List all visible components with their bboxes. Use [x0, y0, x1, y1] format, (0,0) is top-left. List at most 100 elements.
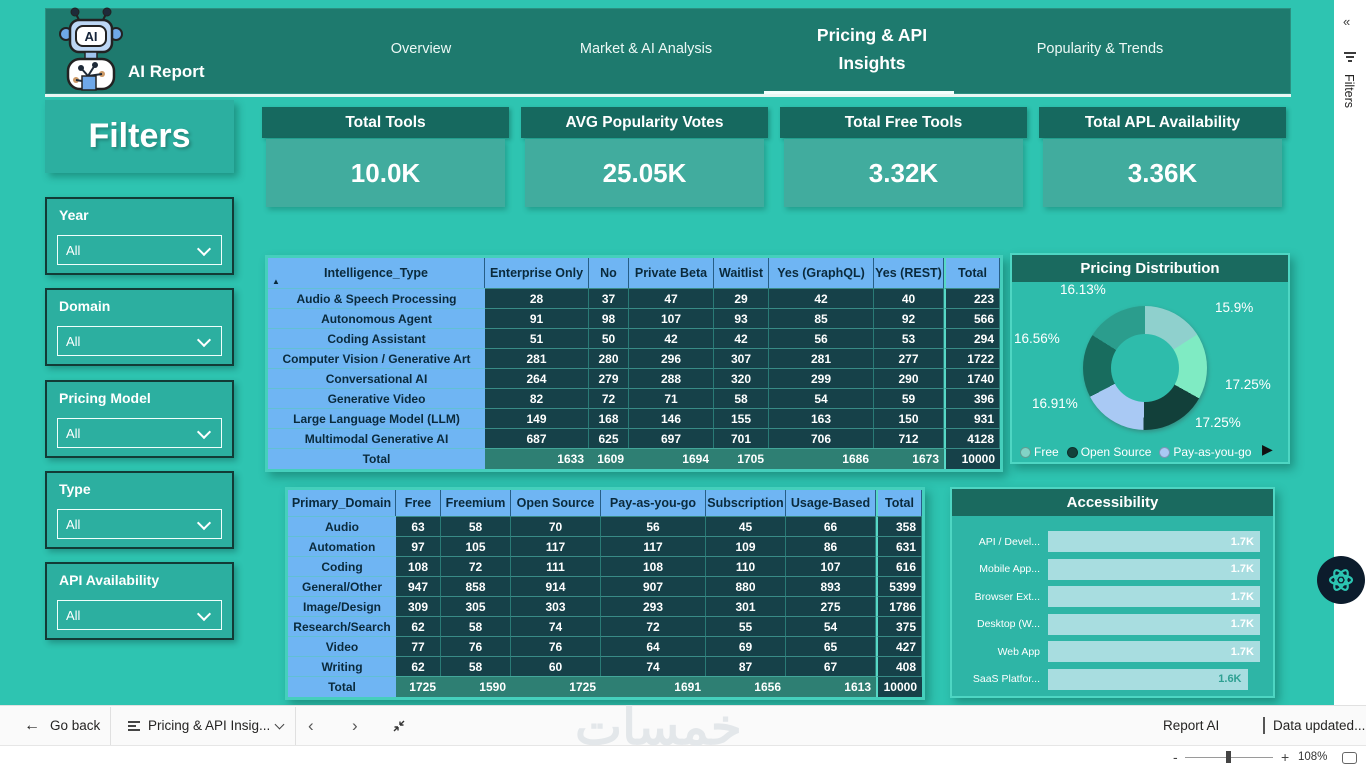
kpi-value: 25.05K [525, 139, 764, 207]
row-label-cell: Writing [288, 656, 396, 676]
next-page-button[interactable]: › [352, 706, 358, 745]
value-cell: 10000 [876, 676, 922, 697]
row-label-cell: Multimodal Generative AI [268, 428, 485, 448]
value-cell: 1725 [396, 676, 441, 697]
bar[interactable]: 1.6K [1048, 668, 1248, 690]
collapsed-pane-label[interactable]: Filters [1342, 74, 1356, 108]
table-row[interactable]: Audio & Speech Processing 28 37 47 29 42 40 223 [268, 288, 1000, 308]
table-row[interactable]: Research/Search 62 58 74 72 55 54 375 [288, 616, 922, 636]
bar[interactable]: 1.7K [1048, 586, 1260, 607]
bar[interactable]: 1.7K [1048, 558, 1260, 580]
value-cell: 893 [786, 576, 876, 596]
bar[interactable]: 1.7K [1048, 641, 1260, 662]
table-row[interactable]: Large Language Model (LLM) 149 168 146 155 16… [268, 408, 1000, 428]
pricing-model-dropdown[interactable]: All [57, 418, 222, 448]
back-arrow-icon[interactable]: ← [24, 706, 40, 745]
table-total-row[interactable]: Total 1725 1590 1725 1691 1656 1613 10000 [288, 676, 922, 697]
table-row[interactable]: Automation 97 105 117 117 109 86 631 [288, 536, 922, 556]
domain-dropdown[interactable]: All [57, 326, 222, 356]
table-header-row[interactable]: Primary_Domain Free Freemium Open Source Pay… [288, 490, 922, 516]
value-cell: 303 [511, 596, 601, 616]
value-cell: 54 [769, 388, 874, 408]
intelligence-type-table[interactable]: ▲ Intelligence_Type Enterprise Only No Priv… [265, 255, 1003, 472]
table-row[interactable]: Generative Video 82 72 71 58 54 59 396 [268, 388, 1000, 408]
chevron-down-icon[interactable] [274, 719, 285, 730]
footer-divider [110, 707, 111, 745]
tab-popularity-trends[interactable]: Popularity & Trends [1010, 41, 1190, 57]
value-cell: 279 [589, 368, 629, 388]
page-list-icon[interactable] [128, 721, 140, 733]
table-row[interactable]: Conversational AI 264 279 288 320 299 290 1740 [268, 368, 1000, 388]
value-cell: 74 [511, 616, 601, 636]
table-row[interactable]: Writing 62 58 60 74 87 67 408 [288, 656, 922, 676]
value-cell: 1691 [601, 676, 706, 697]
app-title: AI Report [128, 62, 205, 81]
table-row[interactable]: Computer Vision / Generative Art 281 280 29… [268, 348, 1000, 368]
api-availability-dropdown[interactable]: All [57, 600, 222, 630]
previous-page-button[interactable]: ‹ [308, 706, 314, 745]
kpi-value: 10.0K [266, 139, 505, 207]
donut-legend: Free Open Source Pay-as-you-go [1020, 445, 1251, 459]
tab-overview[interactable]: Overview [356, 41, 486, 57]
legend-scroll-right-icon[interactable]: ▶ [1262, 441, 1273, 458]
value-cell: No [589, 258, 629, 288]
value-cell: 296 [629, 348, 714, 368]
row-label-cell: Research/Search [288, 616, 396, 636]
type-dropdown[interactable]: All [57, 509, 222, 539]
sort-ascending-icon[interactable]: ▲ [272, 277, 280, 286]
ai-assistant-button[interactable] [1317, 556, 1365, 604]
table-row[interactable]: Autonomous Agent 91 98 107 93 85 92 566 [268, 308, 1000, 328]
legend-dot-pay-as-you-go [1159, 446, 1171, 458]
value-cell: 50 [589, 328, 629, 348]
legend-item-pay-as-you-go[interactable]: Pay-as-you-go [1173, 445, 1251, 459]
zoom-out-button[interactable]: - [1173, 746, 1178, 768]
collapse-view-icon[interactable] [392, 719, 406, 736]
bar[interactable]: 1.7K [1048, 613, 1260, 635]
tab-market-ai-analysis[interactable]: Market & AI Analysis [551, 41, 741, 57]
value-cell: 58 [714, 388, 769, 408]
value-cell: 914 [511, 576, 601, 596]
value-cell: 87 [706, 656, 786, 676]
tab-pricing-api-insights[interactable]: Pricing & API Insights [792, 21, 952, 77]
value-cell: 305 [441, 596, 511, 616]
table-row[interactable]: Image/Design 309 305 303 293 301 275 1786 [288, 596, 922, 616]
table-row[interactable]: General/Other 947 858 914 907 880 893 5399 [288, 576, 922, 596]
value-cell: 616 [876, 556, 922, 576]
value-cell: Subscription [706, 490, 786, 516]
table-row[interactable]: Multimodal Generative AI 687 625 697 701 706 7… [268, 428, 1000, 448]
dropdown-value: All [66, 333, 81, 349]
filter-label: Year [59, 207, 89, 223]
chart-title: Accessibility [952, 489, 1273, 516]
zoom-in-button[interactable]: + [1281, 746, 1289, 768]
zoom-slider-handle[interactable] [1226, 751, 1231, 763]
value-cell: 37 [589, 288, 629, 308]
year-dropdown[interactable]: All [57, 235, 222, 265]
table-row[interactable]: Audio 63 58 70 56 45 66 358 [288, 516, 922, 536]
legend-item-open-source[interactable]: Open Source [1081, 445, 1152, 459]
report-ai-button[interactable]: Report AI [1163, 706, 1219, 745]
value-cell: 51 [485, 328, 589, 348]
table-row[interactable]: Coding 108 72 111 108 110 107 616 [288, 556, 922, 576]
header-divider [45, 94, 1291, 97]
value-cell: 1613 [786, 676, 876, 697]
table-header-row[interactable]: Intelligence_Type Enterprise Only No Privat… [268, 258, 1000, 288]
bar[interactable]: 1.7K [1048, 531, 1260, 552]
expand-pane-icon[interactable]: « [1343, 14, 1350, 29]
value-cell: 63 [396, 516, 441, 536]
donut-hole [1111, 334, 1179, 402]
value-cell: 168 [589, 408, 629, 428]
value-cell: 117 [511, 536, 601, 556]
page-selector[interactable]: Pricing & API Insig... [148, 706, 270, 745]
table-total-row[interactable]: Total 1633 1609 1694 1705 1686 1673 10000 [268, 448, 1000, 469]
go-back-button[interactable]: Go back [50, 706, 100, 745]
table-row[interactable]: Video 77 76 76 64 69 65 427 [288, 636, 922, 656]
table-row[interactable]: Coding Assistant 51 50 42 42 56 53 294 [268, 328, 1000, 348]
bar-value-label: 1.7K [1230, 563, 1254, 575]
value-cell: 40 [874, 288, 944, 308]
footer-divider [295, 707, 296, 745]
row-label-cell: General/Other [288, 576, 396, 596]
filter-icon[interactable] [1344, 52, 1356, 64]
legend-item-free[interactable]: Free [1034, 445, 1059, 459]
fit-to-page-icon[interactable] [1342, 752, 1357, 764]
primary-domain-table[interactable]: Primary_Domain Free Freemium Open Source Pay… [285, 487, 925, 700]
